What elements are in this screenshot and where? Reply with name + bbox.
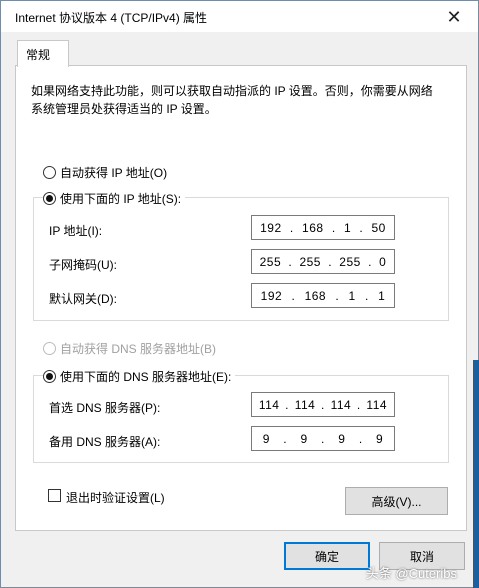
close-icon: ✕ [446, 6, 462, 27]
preferred-dns-field[interactable]: 114. 114. 114. 114 [251, 392, 395, 417]
preferred-dns-label: 首选 DNS 服务器(P): [49, 401, 161, 415]
octet: 255 [259, 254, 282, 269]
octet: 192 [260, 288, 283, 303]
close-button[interactable]: ✕ [440, 5, 468, 29]
auto-ip-radio[interactable]: 自动获得 IP 地址(O) [43, 164, 167, 181]
manual-ip-radio[interactable]: 使用下面的 IP 地址(S): [43, 190, 186, 207]
default-gateway-field[interactable]: 192. 168. 1. 1 [251, 283, 395, 308]
alternate-dns-label: 备用 DNS 服务器(A): [49, 435, 161, 449]
auto-ip-radio-button[interactable] [43, 166, 56, 179]
octet: 9 [262, 431, 270, 446]
octet: 114 [258, 397, 280, 412]
alternate-dns-field[interactable]: 9. 9. 9. 9 [251, 426, 395, 451]
auto-dns-radio: 自动获得 DNS 服务器地址(B) [43, 340, 216, 357]
advanced-button[interactable]: 高级(V)... [345, 487, 448, 515]
background-window-edge [473, 360, 479, 588]
validate-settings-checkbox[interactable] [48, 489, 61, 502]
tab-general[interactable]: 常规 [17, 40, 69, 67]
watermark-text: 头条 @Cuteribs [365, 566, 457, 581]
auto-ip-label: 自动获得 IP 地址(O) [60, 166, 168, 180]
octet: 168 [304, 288, 327, 303]
title-bar[interactable]: Internet 协议版本 4 (TCP/IPv4) 属性 ✕ [1, 1, 478, 32]
octet: 114 [366, 397, 388, 412]
auto-dns-radio-button [43, 342, 56, 355]
default-gateway-label: 默认网关(D): [49, 292, 117, 306]
validate-settings-label: 退出时验证设置(L) [66, 491, 165, 505]
octet: 9 [300, 431, 308, 446]
window-title: Internet 协议版本 4 (TCP/IPv4) 属性 [15, 11, 208, 25]
manual-dns-radio[interactable]: 使用下面的 DNS 服务器地址(E): [43, 368, 236, 385]
ipv4-properties-dialog: Internet 协议版本 4 (TCP/IPv4) 属性 ✕ 常规 如果网络支… [0, 0, 479, 588]
octet: 255 [299, 254, 321, 269]
ip-address-label: IP 地址(I): [49, 224, 103, 238]
manual-ip-radio-button[interactable] [43, 192, 56, 205]
subnet-mask-label: 子网掩码(U): [49, 258, 117, 272]
octet: 1 [343, 220, 352, 235]
manual-dns-label: 使用下面的 DNS 服务器地址(E): [60, 370, 232, 384]
description-text: 如果网络支持此功能，则可以获取自动指派的 IP 设置。否则，你需要从网络系统管理… [31, 84, 433, 116]
octet: 0 [379, 254, 387, 269]
octet: 9 [338, 431, 346, 446]
octet: 168 [302, 220, 324, 235]
octet: 9 [376, 431, 384, 446]
octet: 50 [371, 220, 386, 235]
ok-button[interactable]: 确定 [284, 542, 370, 570]
octet: 114 [330, 397, 352, 412]
tab-general-label: 常规 [26, 48, 51, 62]
ip-address-field[interactable]: 192. 168. 1. 50 [251, 215, 395, 240]
octet: 114 [294, 397, 316, 412]
auto-dns-label: 自动获得 DNS 服务器地址(B) [60, 342, 217, 356]
octet: 1 [348, 288, 356, 303]
octet: 1 [378, 288, 386, 303]
octet: 255 [339, 254, 361, 269]
manual-dns-radio-button[interactable] [43, 370, 56, 383]
manual-ip-label: 使用下面的 IP 地址(S): [60, 192, 182, 206]
octet: 192 [260, 220, 282, 235]
subnet-mask-field[interactable]: 255. 255. 255. 0 [251, 249, 395, 274]
